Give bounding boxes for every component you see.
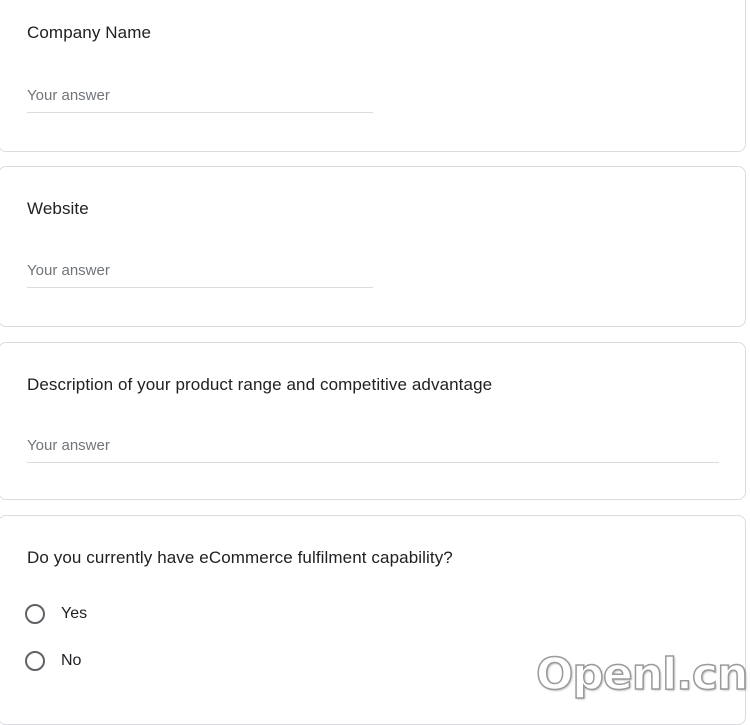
question-card-company-name: Company Name xyxy=(0,0,746,152)
radio-option-no[interactable]: No xyxy=(25,648,81,674)
option-label: Yes xyxy=(61,605,88,622)
company-name-input[interactable] xyxy=(27,87,373,113)
description-input[interactable] xyxy=(27,437,719,463)
radio-circle-icon[interactable] xyxy=(25,604,45,624)
question-title: Website xyxy=(27,199,89,218)
question-title: Company Name xyxy=(27,23,152,42)
question-title: Description of your product range and co… xyxy=(27,375,493,394)
question-card-description: Description of your product range and co… xyxy=(0,342,746,500)
radio-circle-icon[interactable] xyxy=(25,651,45,671)
question-card-website: Website xyxy=(0,166,746,327)
website-input[interactable] xyxy=(27,262,373,288)
question-title: Do you currently have eCommerce fulfilme… xyxy=(27,548,453,567)
option-label: No xyxy=(61,652,82,669)
watermark-logo: Openl.cn xyxy=(535,649,749,701)
radio-option-yes[interactable]: Yes xyxy=(25,601,87,627)
